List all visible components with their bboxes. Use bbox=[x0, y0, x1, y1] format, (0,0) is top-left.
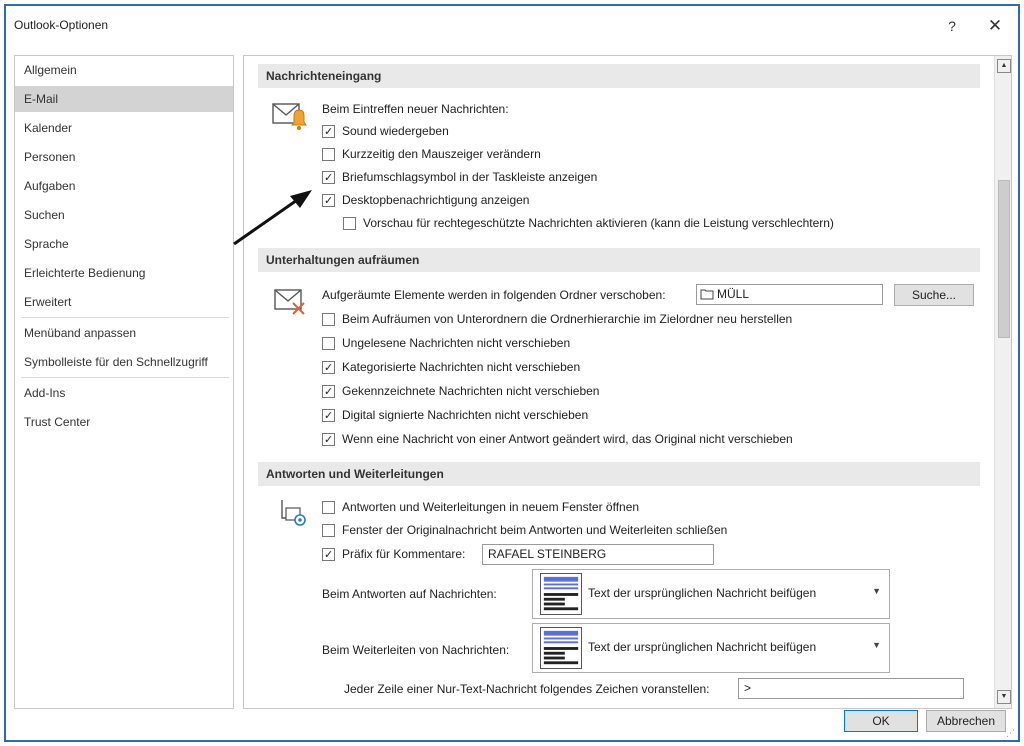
option-label: Gekennzeichnete Nachrichten nicht versch… bbox=[342, 384, 600, 398]
checkbox[interactable] bbox=[322, 546, 335, 564]
checkbox[interactable] bbox=[322, 123, 335, 141]
close-button[interactable]: ✕ bbox=[982, 15, 1008, 37]
reply-label: Beim Antworten auf Nachrichten: bbox=[322, 587, 497, 601]
help-button[interactable]: ? bbox=[940, 15, 964, 37]
plain-text-prefix-label: Jeder Zeile einer Nur-Text-Nachricht fol… bbox=[344, 682, 710, 696]
option-label: Kurzzeitig den Mauszeiger verändern bbox=[342, 147, 541, 161]
forward-value: Text der ursprünglichen Nachricht beifüg… bbox=[588, 640, 817, 654]
option-label: Vorschau für rechtegeschützte Nachrichte… bbox=[363, 216, 834, 230]
chevron-down-icon: ▼ bbox=[872, 640, 881, 650]
comment-prefix-field[interactable]: RAFAEL STEINBERG bbox=[482, 544, 714, 565]
checkbox[interactable] bbox=[322, 148, 335, 161]
nav-item-allgemein[interactable]: Allgemein bbox=[15, 57, 233, 83]
checkbox[interactable] bbox=[322, 524, 335, 537]
checkbox[interactable] bbox=[322, 359, 335, 377]
nav-item-schnellzugriff[interactable]: Symbolleiste für den Schnellzugriff bbox=[15, 349, 233, 375]
folder-icon bbox=[700, 289, 714, 300]
option-label: Fenster der Originalnachricht beim Antwo… bbox=[342, 523, 728, 537]
option-label: Desktopbenachrichtigung anzeigen bbox=[342, 193, 530, 207]
scroll-down-button[interactable]: ▼ bbox=[997, 690, 1011, 704]
mail-cleanup-icon bbox=[274, 289, 305, 315]
cleanup-folder-label: Aufgeräumte Elemente werden in folgenden… bbox=[322, 288, 666, 302]
category-nav: Allgemein E-Mail Kalender Personen Aufga… bbox=[14, 55, 234, 709]
reply-settings-icon bbox=[281, 500, 306, 526]
content-scrollbar[interactable]: ▲ ▼ bbox=[994, 56, 1011, 708]
option-label: Antworten und Weiterleitungen in neuem F… bbox=[342, 500, 640, 514]
option-label: Kategorisierte Nachrichten nicht verschi… bbox=[342, 360, 581, 374]
checkbox[interactable] bbox=[322, 169, 335, 187]
forward-label: Beim Weiterleiten von Nachrichten: bbox=[322, 643, 510, 657]
dialog-title: Outlook-Optionen bbox=[14, 18, 109, 32]
browse-button[interactable]: Suche... bbox=[894, 284, 974, 306]
nav-item-trust-center[interactable]: Trust Center bbox=[15, 409, 233, 435]
nav-divider bbox=[21, 377, 229, 378]
mail-alert-icon bbox=[272, 103, 307, 130]
folder-value: MÜLL bbox=[717, 287, 750, 301]
chevron-down-icon: ▼ bbox=[872, 586, 881, 596]
checkbox[interactable] bbox=[322, 192, 335, 210]
checkbox[interactable] bbox=[322, 501, 335, 514]
cleanup-folder-field[interactable]: MÜLL bbox=[696, 284, 883, 305]
section-header-antworten: Antworten und Weiterleitungen bbox=[258, 462, 980, 486]
nav-item-suchen[interactable]: Suchen bbox=[15, 202, 233, 228]
annotation-arrow-icon bbox=[233, 190, 312, 246]
scroll-up-button[interactable]: ▲ bbox=[997, 59, 1011, 73]
nav-item-email[interactable]: E-Mail bbox=[15, 86, 233, 112]
option-label: Sound wiedergeben bbox=[342, 124, 449, 138]
section-header-nachrichteneingang: Nachrichteneingang bbox=[258, 64, 980, 88]
checkbox[interactable] bbox=[322, 313, 335, 326]
section-header-unterhaltungen: Unterhaltungen aufräumen bbox=[258, 248, 980, 272]
plain-text-prefix-field[interactable]: > bbox=[738, 678, 964, 699]
option-label: Präfix für Kommentare: bbox=[342, 547, 466, 561]
nav-item-add-ins[interactable]: Add-Ins bbox=[15, 380, 233, 406]
scroll-thumb[interactable] bbox=[998, 180, 1010, 338]
options-dialog: Outlook-Optionen ? ✕ Allgemein E-Mail Ka… bbox=[4, 4, 1020, 742]
option-label: Beim Aufräumen von Unterordnern die Ordn… bbox=[342, 312, 793, 326]
option-label: Briefumschlagsymbol in der Taskleiste an… bbox=[342, 170, 598, 184]
checkbox[interactable] bbox=[322, 407, 335, 425]
nav-item-aufgaben[interactable]: Aufgaben bbox=[15, 173, 233, 199]
nav-item-kalender[interactable]: Kalender bbox=[15, 115, 233, 141]
checkbox[interactable] bbox=[322, 383, 335, 401]
nav-item-erleichterte-bedienung[interactable]: Erleichterte Bedienung bbox=[15, 260, 233, 286]
cancel-button[interactable]: Abbrechen bbox=[926, 710, 1006, 732]
nav-item-personen[interactable]: Personen bbox=[15, 144, 233, 170]
checkbox[interactable] bbox=[322, 337, 335, 350]
checkbox[interactable] bbox=[343, 217, 356, 230]
reply-preview-icon bbox=[540, 573, 582, 615]
option-label: Digital signierte Nachrichten nicht vers… bbox=[342, 408, 589, 422]
checkbox[interactable] bbox=[322, 431, 335, 449]
title-bar: Outlook-Optionen ? ✕ bbox=[6, 6, 1018, 44]
option-label: Wenn eine Nachricht von einer Antwort ge… bbox=[342, 432, 793, 446]
nav-item-menueband[interactable]: Menüband anpassen bbox=[15, 320, 233, 346]
forward-dropdown[interactable]: Text der ursprünglichen Nachricht beifüg… bbox=[532, 623, 890, 673]
resize-grip-icon[interactable]: ⋰ bbox=[1006, 728, 1015, 739]
option-label: Ungelesene Nachrichten nicht verschieben bbox=[342, 336, 571, 350]
new-message-intro: Beim Eintreffen neuer Nachrichten: bbox=[322, 102, 509, 116]
reply-dropdown[interactable]: Text der ursprünglichen Nachricht beifüg… bbox=[532, 569, 890, 619]
nav-item-erweitert[interactable]: Erweitert bbox=[15, 289, 233, 315]
ok-button[interactable]: OK bbox=[844, 710, 918, 732]
nav-item-sprache[interactable]: Sprache bbox=[15, 231, 233, 257]
nav-divider bbox=[21, 317, 229, 318]
forward-preview-icon bbox=[540, 627, 582, 669]
options-content: Nachrichteneingang Beim Eintreffen neuer… bbox=[243, 55, 1012, 709]
reply-value: Text der ursprünglichen Nachricht beifüg… bbox=[588, 586, 817, 600]
